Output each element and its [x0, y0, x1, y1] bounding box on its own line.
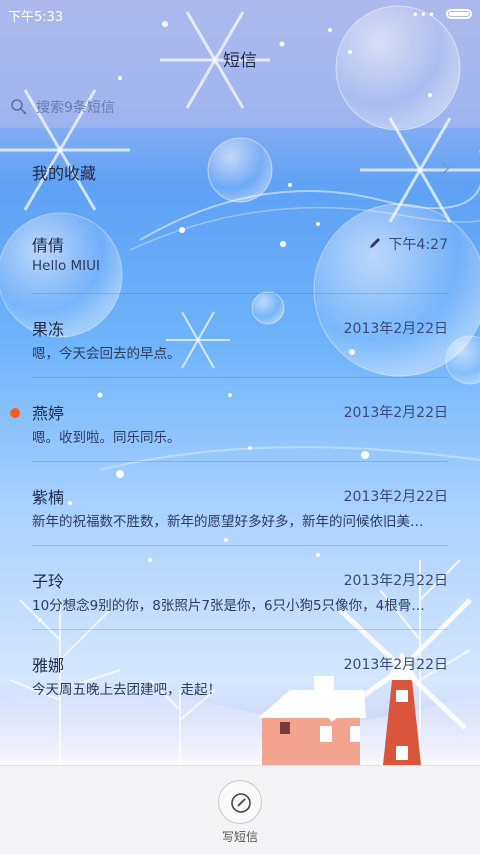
conversation-item[interactable]: 果冻 2013年2月22日 嗯，今天会回去的早点。: [0, 294, 480, 378]
draft-pencil-icon: [370, 238, 380, 248]
search-bar[interactable]: [0, 90, 480, 126]
contact-name: 燕婷: [32, 404, 65, 423]
contact-name: 果冻: [32, 320, 65, 339]
status-time: 下午5:33: [8, 10, 64, 25]
compose-label[interactable]: 写短信: [0, 828, 480, 845]
message-preview: 新年的祝福数不胜数，新年的愿望好多好多，新年的问候依旧美…: [32, 514, 424, 530]
favorites-label: 我的收藏: [32, 164, 97, 183]
conversation-item[interactable]: 紫楠 2013年2月22日 新年的祝福数不胜数，新年的愿望好多好多，新年的问候依…: [0, 462, 480, 546]
status-bar: 下午5:33 •••: [0, 0, 480, 28]
conversation-item[interactable]: 子玲 2013年2月22日 10分想念9别的你，8张照片7张是你，6只小狗5只像…: [0, 546, 480, 630]
contact-name: 子玲: [32, 572, 65, 591]
compose-button[interactable]: [218, 780, 262, 824]
bottom-bar: 写短信: [0, 765, 480, 854]
message-time: 2013年2月22日: [343, 405, 448, 421]
message-time: 下午4:27: [388, 237, 448, 253]
chevron-right-icon: [442, 162, 451, 174]
contact-name: 紫楠: [32, 488, 65, 507]
search-input[interactable]: [34, 95, 458, 121]
conversation-item[interactable]: 倩倩 下午4:27 Hello MIUI: [0, 210, 480, 294]
page-title: 短信: [223, 51, 257, 71]
signal-dots: •••: [411, 8, 436, 22]
search-icon: [11, 99, 27, 115]
favorites-row[interactable]: 我的收藏: [0, 130, 480, 210]
battery-icon: [446, 9, 472, 19]
message-preview: 嗯，今天会回去的早点。: [32, 346, 181, 362]
message-preview: 10分想念9别的你，8张照片7张是你，6只小狗5只像你，4根骨…: [32, 598, 425, 614]
conversation-item[interactable]: 燕婷 2013年2月22日 嗯。收到啦。同乐同乐。: [0, 378, 480, 462]
message-preview: 嗯。收到啦。同乐同乐。: [32, 430, 181, 446]
message-time: 2013年2月22日: [343, 321, 448, 337]
contact-name: 倩倩: [32, 236, 65, 255]
message-time: 2013年2月22日: [343, 573, 448, 589]
message-time: 2013年2月22日: [343, 489, 448, 505]
message-preview: 今天周五晚上去团建吧，走起！: [32, 682, 221, 698]
compose-icon: [231, 793, 251, 813]
message-preview: Hello MIUI: [32, 258, 101, 274]
message-time: 2013年2月22日: [343, 657, 448, 673]
contact-name: 雅娜: [32, 656, 65, 675]
unread-dot: [10, 408, 20, 418]
conversation-item[interactable]: 雅娜 2013年2月22日 今天周五晚上去团建吧，走起！: [0, 630, 480, 714]
